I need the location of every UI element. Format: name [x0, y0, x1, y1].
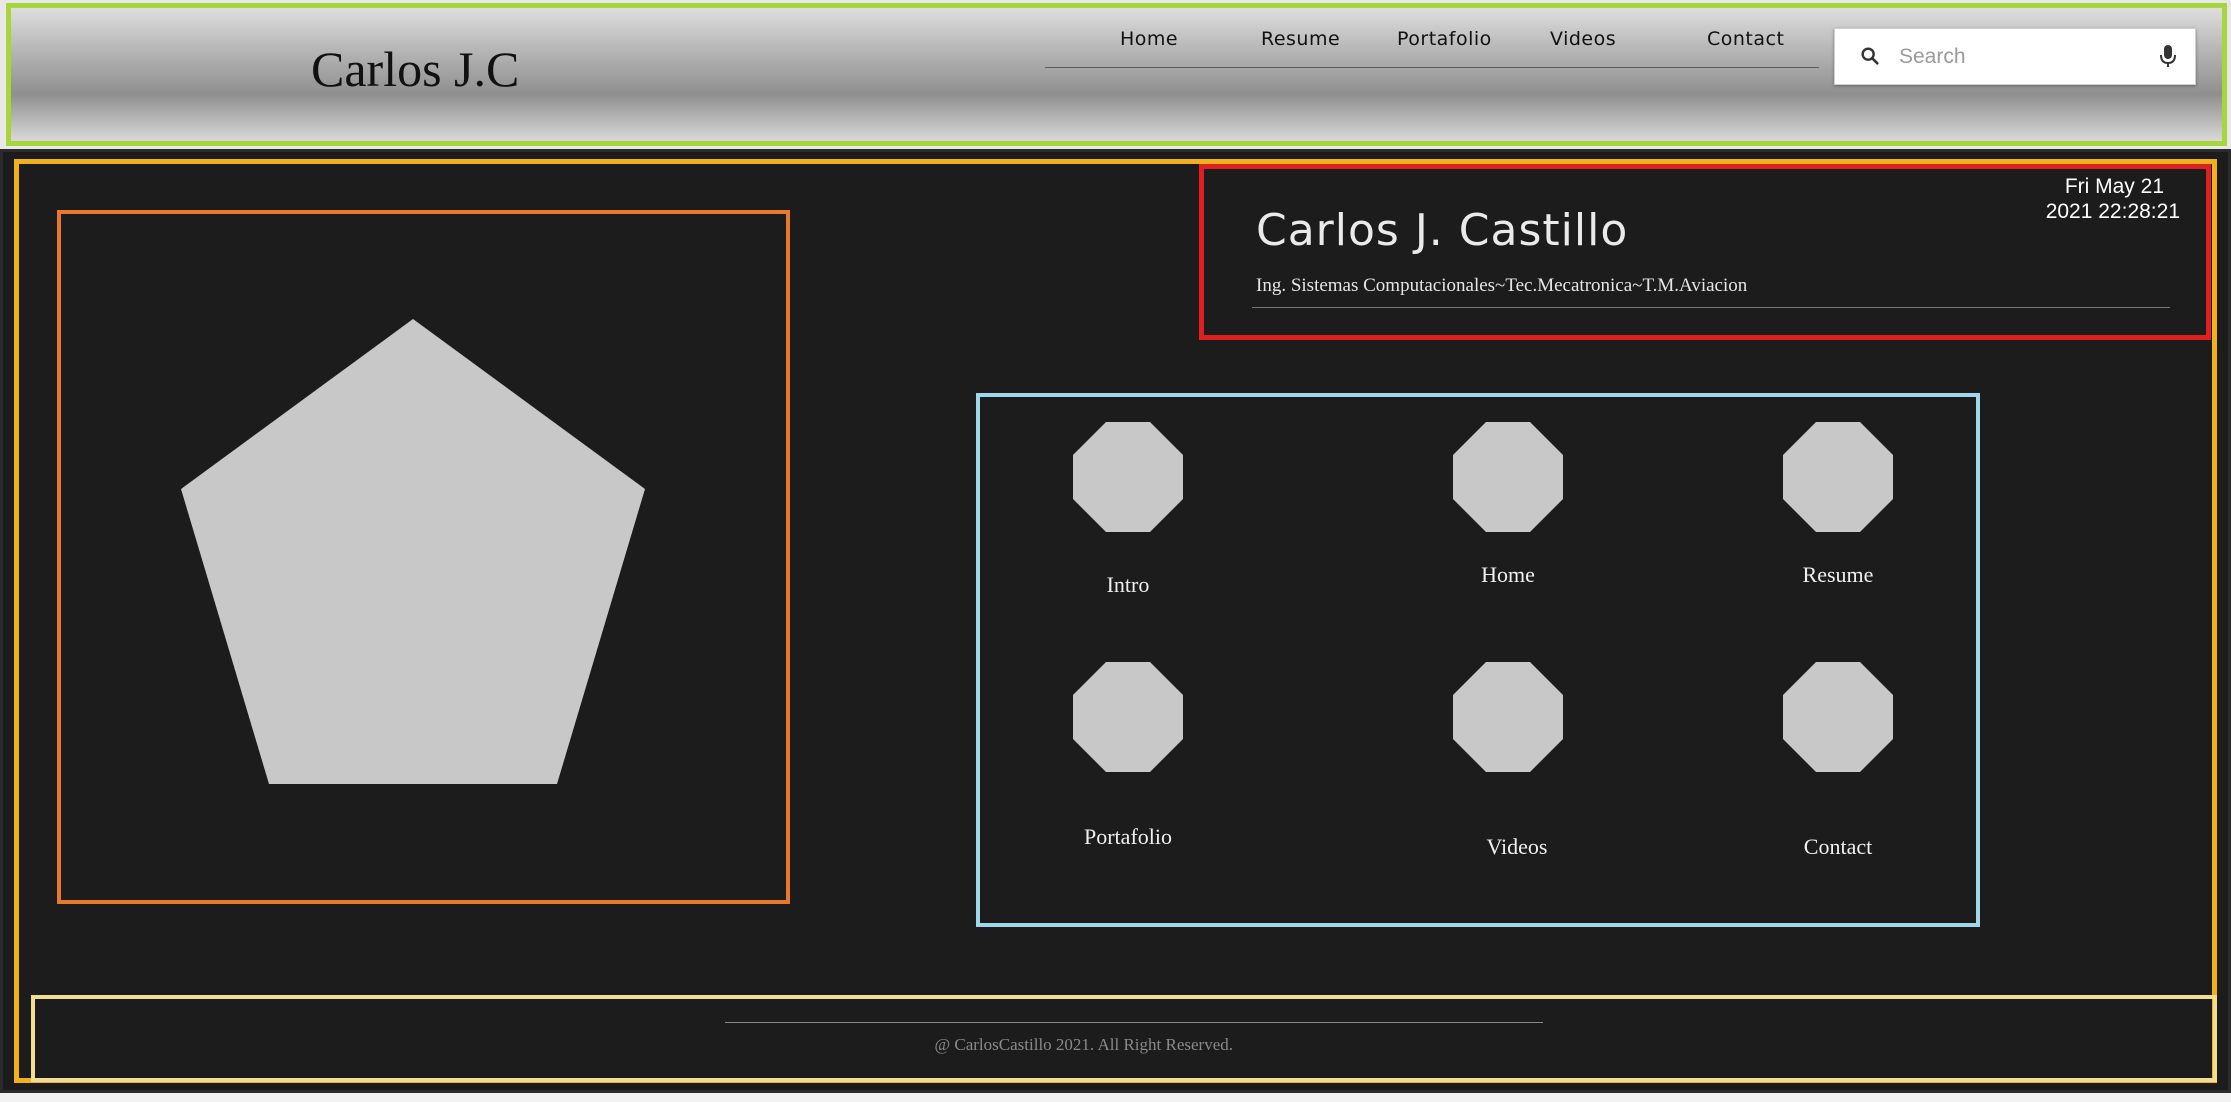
tagline: Ing. Sistemas Computacionales~Tec.Mecatr… [1256, 275, 1748, 296]
nav-portafolio[interactable]: Portafolio [1397, 28, 1492, 50]
octagon-icon [1453, 422, 1563, 532]
top-navigation: Home Resume Portafolio Videos Contact [1045, 8, 1819, 68]
menu-label-resume: Resume [1802, 562, 1874, 587]
menu-tile-home[interactable]: Home [1418, 422, 1598, 588]
brand-logo[interactable]: Carlos J.C [311, 40, 519, 98]
menu-tile-videos[interactable]: Videos [1418, 662, 1598, 860]
page-title: Carlos J. Castillo [1256, 205, 1629, 256]
date-display: Fri May 21 [2064, 175, 2164, 198]
menu-tile-contact[interactable]: Contact [1748, 662, 1928, 860]
copyright-text: @ CarlosCastillo 2021. All Right Reserve… [934, 1035, 1233, 1054]
pentagon-graphic [181, 319, 645, 784]
menu-tile-portafolio[interactable]: Portafolio [1038, 662, 1218, 850]
octagon-icon [1073, 422, 1183, 532]
menu-label-portafolio: Portafolio [1084, 824, 1172, 849]
quick-menu: Intro Home Resume Portafolio Videos Cont… [976, 393, 1980, 927]
nav-home[interactable]: Home [1120, 28, 1178, 50]
site-footer: @ CarlosCastillo 2021. All Right Reserve… [31, 995, 2217, 1082]
nav-resume[interactable]: Resume [1261, 28, 1340, 50]
octagon-icon [1783, 662, 1893, 772]
nav-contact[interactable]: Contact [1707, 28, 1784, 50]
footer-divider [725, 1022, 1543, 1023]
time-display: 2021 22:28:21 [2045, 200, 2180, 223]
menu-tile-resume[interactable]: Resume [1748, 422, 1928, 588]
page-bottom-strip [0, 1093, 2231, 1102]
mic-icon[interactable] [2159, 44, 2177, 68]
title-divider [1252, 307, 2170, 308]
search-bar[interactable] [1834, 28, 2196, 85]
octagon-icon [1073, 662, 1183, 772]
hero-panel [57, 210, 790, 904]
octagon-icon [1453, 662, 1563, 772]
nav-videos[interactable]: Videos [1550, 28, 1616, 50]
title-card: Fri May 21 2021 22:28:21 Carlos J. Casti… [1199, 164, 2211, 340]
search-icon[interactable] [1859, 45, 1881, 67]
menu-label-contact: Contact [1803, 834, 1873, 859]
menu-label-videos: Videos [1486, 834, 1548, 859]
menu-label-home: Home [1481, 562, 1535, 587]
search-input[interactable] [1899, 39, 2139, 75]
menu-label-intro: Intro [1106, 572, 1150, 597]
octagon-icon [1783, 422, 1893, 532]
menu-tile-intro[interactable]: Intro [1038, 422, 1218, 598]
